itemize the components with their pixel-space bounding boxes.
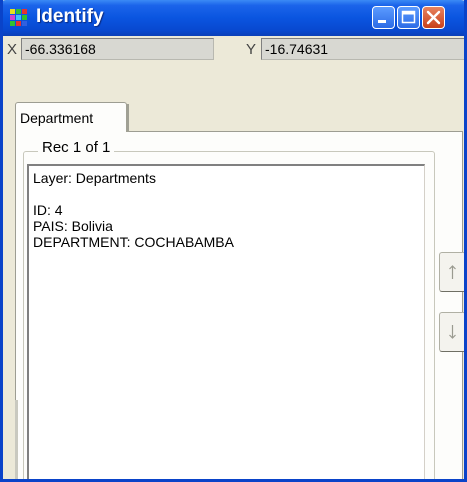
identify-window: Identify X -66.336168 Y -16.74631 Depart…	[0, 0, 467, 482]
y-coordinate-field[interactable]: -16.74631	[261, 38, 464, 60]
arrow-down-icon	[449, 325, 456, 339]
next-record-button[interactable]	[439, 312, 464, 352]
y-label: Y	[246, 41, 257, 58]
list-item: PAIS: Bolivia	[33, 218, 113, 234]
list-item: DEPARTMENT: COCHABAMBA	[33, 234, 234, 250]
x-coordinate-field[interactable]: -66.336168	[21, 38, 214, 60]
list-item: Layer: Departments	[33, 170, 156, 186]
minimize-button[interactable]	[372, 6, 395, 29]
record-counter: Rec 1 of 1	[38, 139, 115, 156]
minimize-icon	[378, 20, 386, 23]
close-button[interactable]	[422, 6, 445, 29]
close-icon	[426, 10, 441, 25]
colored-grid-icon	[9, 8, 29, 28]
maximize-button[interactable]	[397, 6, 420, 29]
panel-divider	[15, 400, 18, 479]
x-label: X	[7, 41, 18, 58]
list-item: ID: 4	[33, 202, 63, 218]
tab-edge	[126, 104, 129, 132]
arrow-up-icon	[449, 265, 456, 279]
window-title: Identify	[36, 6, 104, 27]
tab-department[interactable]: Department	[15, 102, 127, 132]
maximize-icon	[401, 10, 416, 24]
list-item	[33, 186, 420, 202]
previous-record-button[interactable]	[439, 252, 464, 292]
attribute-list[interactable]: Layer: Departments ID: 4 PAIS: Bolivia D…	[27, 164, 425, 479]
title-bar[interactable]: Identify	[3, 0, 464, 36]
